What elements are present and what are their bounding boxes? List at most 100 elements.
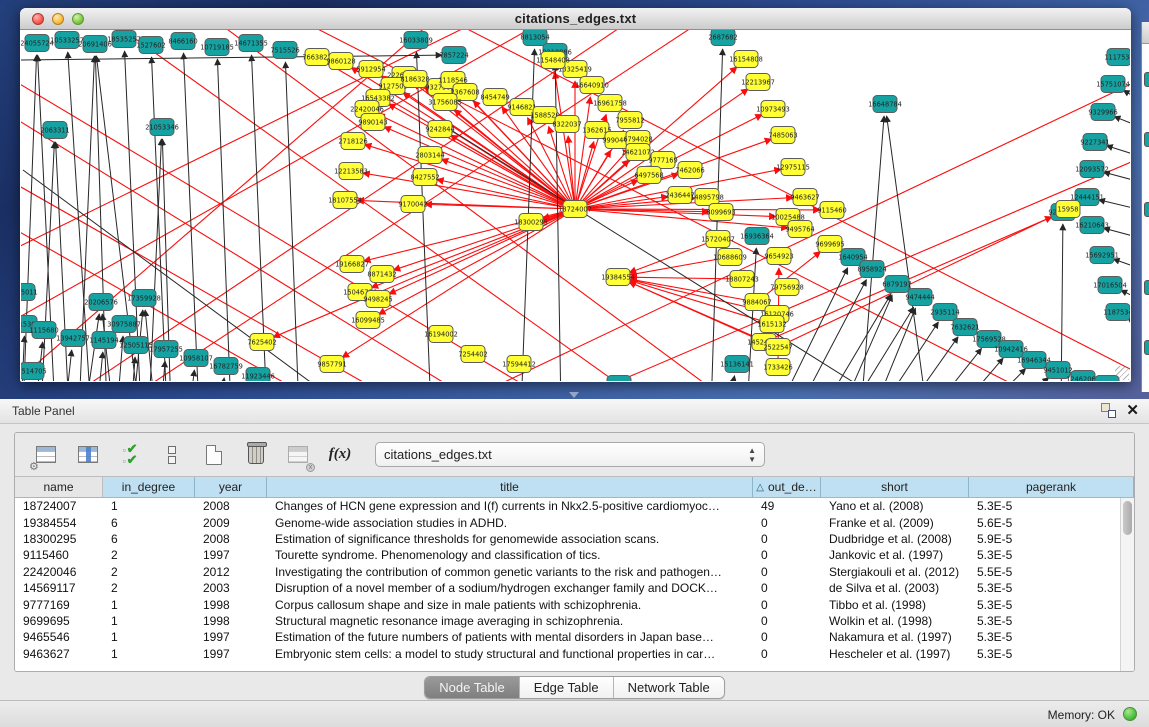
network-node-2803144[interactable]: 2803144: [415, 147, 444, 164]
network-node-19166827[interactable]: 19166827: [335, 256, 369, 273]
network-node-9777169[interactable]: 9777169: [648, 152, 677, 169]
network-node-17957255[interactable]: 17957255: [149, 341, 183, 358]
table-row[interactable]: 1938455462009Genome-wide association stu…: [15, 514, 1120, 530]
network-node-5912954[interactable]: 5912954: [356, 61, 385, 78]
network-node-2435011[interactable]: 2435011: [21, 284, 38, 301]
network-node-9860128[interactable]: 9860128: [326, 53, 355, 70]
network-node-9242844[interactable]: 9242844: [425, 121, 454, 138]
network-node-15958[interactable]: 15958: [1056, 201, 1080, 218]
network-node-9654923[interactable]: 9654923: [764, 248, 793, 265]
network-node-15720407[interactable]: 15720407: [701, 231, 735, 248]
network-node-9329966[interactable]: 9329966: [1088, 104, 1117, 121]
network-node-8099693[interactable]: 8099693: [706, 204, 735, 221]
network-node-9474444[interactable]: 9474444: [905, 289, 934, 306]
network-node-8427552[interactable]: 8427552: [410, 169, 439, 186]
network-node-19384554[interactable]: 19384554: [601, 269, 635, 286]
network-node-24055724[interactable]: 24055724: [21, 35, 54, 52]
network-node-16194002[interactable]: 16194002: [424, 326, 458, 343]
network-node-12093572[interactable]: 12093572: [1075, 161, 1109, 178]
vertical-scrollbar[interactable]: [1120, 498, 1134, 672]
network-node-18807243[interactable]: 18807243: [725, 271, 759, 288]
network-node-10973493[interactable]: 10973493: [756, 101, 790, 118]
column-header-name[interactable]: name: [15, 477, 103, 497]
network-node-1117534[interactable]: 1117534: [1104, 49, 1130, 66]
network-node-13942757[interactable]: 13942757: [56, 330, 90, 347]
network-node-14895798[interactable]: 14895798: [690, 189, 724, 206]
network-node-1115680[interactable]: 1115680: [29, 322, 58, 339]
network-node-9857791[interactable]: 9857791: [317, 356, 346, 373]
network-node-7625402[interactable]: 7625402: [247, 334, 276, 351]
select-columns-button[interactable]: ✔✔: [117, 442, 143, 468]
network-node-16033809[interactable]: 16033809: [399, 32, 433, 49]
citation-network-graph[interactable]: 1872400719384554240557241053325720691406…: [21, 30, 1130, 381]
table-row[interactable]: 1872400712008Changes of HCN gene express…: [15, 498, 1120, 514]
network-node-79756928[interactable]: 79756928: [770, 279, 804, 296]
network-node-1733426[interactable]: 1733426: [763, 359, 792, 376]
network-node-6879197[interactable]: 6879197: [882, 276, 911, 293]
network-node-2522547[interactable]: 2522547: [763, 339, 792, 356]
network-node-17594412[interactable]: 17594412: [502, 356, 536, 373]
network-node-16640910[interactable]: 16640910: [575, 77, 609, 94]
network-node-1145194[interactable]: 1145194: [89, 332, 118, 349]
network-node-15751074[interactable]: 15751074: [1096, 76, 1130, 93]
column-header-pagerank[interactable]: pagerank: [969, 477, 1134, 497]
network-node-1187534[interactable]: 1187534: [1103, 304, 1130, 321]
network-node-16961758[interactable]: 16961758: [593, 95, 627, 112]
table-row[interactable]: 2242004622012Investigating the contribut…: [15, 564, 1120, 580]
network-canvas[interactable]: 1872400719384554240557241053325720691406…: [21, 30, 1130, 381]
function-builder-button[interactable]: f(x): [327, 442, 353, 468]
network-node-11923446[interactable]: 11923446: [241, 368, 275, 382]
network-node-9498245[interactable]: 9498245: [363, 291, 392, 308]
show-column-button[interactable]: [75, 442, 101, 468]
network-node-9890143[interactable]: 9890143: [358, 114, 387, 131]
network-node-9170042[interactable]: 9170042: [398, 196, 427, 213]
network-node-8466160[interactable]: 8466160: [168, 33, 197, 50]
network-node-16936364[interactable]: 16936364: [740, 228, 774, 245]
network-node-17359928[interactable]: 17359928: [127, 290, 161, 307]
network-node-12213583[interactable]: 12213583: [334, 163, 368, 180]
table-row[interactable]: 977716911998Corpus callosum shape and si…: [15, 596, 1120, 612]
delete-column-button[interactable]: [243, 442, 269, 468]
network-node-8871432[interactable]: 8871432: [367, 266, 396, 283]
tab-edge-table[interactable]: Edge Table: [520, 677, 614, 698]
column-header-in_degree[interactable]: in_degree: [103, 477, 195, 497]
scrollbar-thumb[interactable]: [1123, 501, 1132, 535]
network-node-14671355[interactable]: 14671355: [234, 35, 268, 52]
network-node-20206576[interactable]: 20206576: [84, 294, 118, 311]
network-node-2063311[interactable]: 2063311: [40, 122, 69, 139]
network-node-18300295[interactable]: 18300295: [514, 214, 548, 231]
network-node-16648784[interactable]: 16648784: [868, 96, 902, 113]
network-node-1527602[interactable]: 1527602: [136, 37, 165, 54]
network-node-2935114[interactable]: 2935114: [930, 304, 959, 321]
network-node-11548408[interactable]: 11548408: [536, 52, 570, 69]
window-titlebar[interactable]: citations_edges.txt: [20, 8, 1131, 30]
network-node-16154808[interactable]: 16154808: [729, 51, 763, 68]
network-node-1615132[interactable]: 1615132: [757, 316, 786, 333]
network-node-17016504[interactable]: 17016504: [1093, 277, 1127, 294]
network-node-7254402[interactable]: 7254402: [458, 346, 487, 363]
network-node-16782759[interactable]: 16782759: [209, 358, 243, 375]
column-header-out_de[interactable]: △out_de…: [753, 477, 821, 497]
network-node-30975887[interactable]: 30975887: [107, 316, 141, 333]
create-column-button[interactable]: [201, 442, 227, 468]
network-node-31756085[interactable]: 31756085: [428, 94, 462, 111]
network-node-16210643[interactable]: 16210643: [1075, 217, 1109, 234]
tab-network-table[interactable]: Network Table: [614, 677, 724, 698]
network-node-15692951[interactable]: 15692951: [1085, 247, 1119, 264]
network-node-21053346[interactable]: 21053346: [145, 119, 179, 136]
table-row[interactable]: 946554611997Estimation of the future num…: [15, 629, 1120, 645]
network-node-7632621[interactable]: 7632621: [950, 319, 979, 336]
network-node-9463627[interactable]: 9463627: [790, 189, 819, 206]
network-node-8322037[interactable]: 8322037: [552, 116, 581, 133]
network-node-16099485[interactable]: 16099485: [351, 312, 385, 329]
network-node-9699695[interactable]: 9699695: [815, 236, 844, 253]
column-header-year[interactable]: year: [195, 477, 267, 497]
network-node-7485063[interactable]: 7485063: [768, 127, 797, 144]
table-row[interactable]: 969969511998Structural magnetic resonanc…: [15, 613, 1120, 629]
network-node-18724007[interactable]: 18724007: [558, 201, 592, 218]
network-node-12505115[interactable]: 12505115: [119, 337, 153, 354]
network-node-7515526[interactable]: 7515526: [270, 42, 299, 59]
network-node-10719185[interactable]: 10719185: [200, 39, 234, 56]
column-header-short[interactable]: short: [821, 477, 969, 497]
splitter-handle[interactable]: [569, 392, 579, 399]
